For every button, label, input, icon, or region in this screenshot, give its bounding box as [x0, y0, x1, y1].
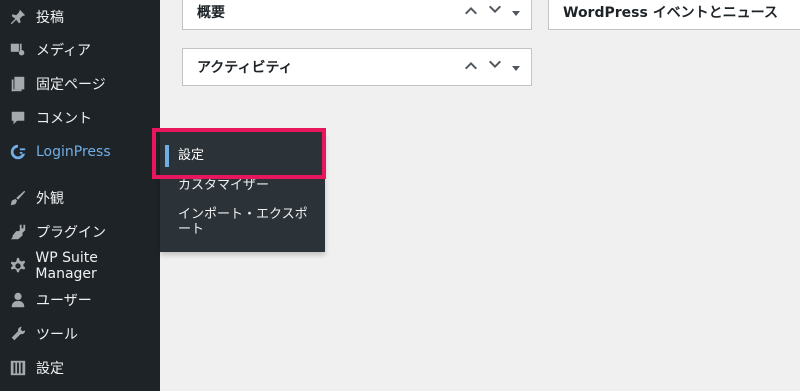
- wrench-icon: [8, 324, 28, 344]
- widget-title: アクティビティ: [197, 60, 293, 76]
- user-icon: [8, 290, 28, 310]
- admin-sidebar: 投稿 メディア 固定ページ コメント LoginPress 外観 プラグイン W…: [0, 0, 160, 391]
- plugin-icon: [8, 222, 28, 242]
- chevron-down-icon[interactable]: [487, 2, 503, 22]
- sidebar-item-label: プラグイン: [36, 225, 106, 241]
- comment-icon: [8, 108, 28, 128]
- submenu-item-import-export-cont[interactable]: ート: [178, 220, 204, 240]
- submenu-item-customizer[interactable]: カスタマイザー: [178, 176, 269, 196]
- widget-title: 概要: [197, 5, 225, 21]
- chevron-down-icon[interactable]: [487, 57, 503, 77]
- widget-activity: アクティビティ: [182, 48, 532, 86]
- sidebar-item-label: 固定ページ: [36, 77, 106, 93]
- sidebar-item-tools[interactable]: ツール: [0, 319, 160, 349]
- settings-icon: [8, 358, 28, 378]
- caret-down-icon[interactable]: [511, 3, 521, 22]
- sidebar-item-label: 設定: [36, 361, 64, 377]
- widget-overview: 概要: [182, 0, 532, 30]
- highlight-annotation: [152, 128, 326, 179]
- brush-icon: [8, 188, 28, 208]
- sidebar-item-loginpress[interactable]: LoginPress: [0, 137, 160, 167]
- page-icon: [8, 74, 28, 94]
- sidebar-item-settings[interactable]: 設定: [0, 353, 160, 383]
- pushpin-icon: [8, 7, 28, 27]
- media-icon: [8, 40, 28, 60]
- loginpress-icon: [8, 142, 28, 162]
- chevron-up-icon[interactable]: [463, 2, 479, 22]
- widget-events-news: WordPress イベントとニュース: [548, 0, 800, 30]
- sidebar-item-plugins[interactable]: プラグイン: [0, 217, 160, 247]
- sidebar-item-label: メディア: [36, 43, 92, 59]
- caret-down-icon[interactable]: [511, 58, 521, 77]
- sidebar-item-appearance[interactable]: 外観: [0, 183, 160, 213]
- gear-icon: [8, 256, 27, 276]
- sidebar-item-users[interactable]: ユーザー: [0, 285, 160, 315]
- sidebar-item-label: LoginPress: [36, 144, 111, 160]
- chevron-up-icon[interactable]: [463, 57, 479, 77]
- sidebar-item-label: 投稿: [36, 10, 64, 26]
- sidebar-item-pages[interactable]: 固定ページ: [0, 69, 160, 99]
- sidebar-item-label: ツール: [36, 327, 78, 343]
- sidebar-item-label: WP Suite Manager: [35, 250, 98, 282]
- sidebar-item-label: 外観: [36, 191, 64, 207]
- sidebar-item-label: ユーザー: [36, 293, 92, 309]
- widget-title: WordPress イベントとニュース: [563, 5, 778, 21]
- sidebar-item-media[interactable]: メディア: [0, 35, 160, 65]
- sidebar-item-wp-suite-manager[interactable]: WP Suite Manager: [0, 250, 160, 282]
- sidebar-item-posts[interactable]: 投稿: [0, 2, 160, 32]
- sidebar-item-comments[interactable]: コメント: [0, 103, 160, 133]
- sidebar-item-label: コメント: [36, 111, 92, 127]
